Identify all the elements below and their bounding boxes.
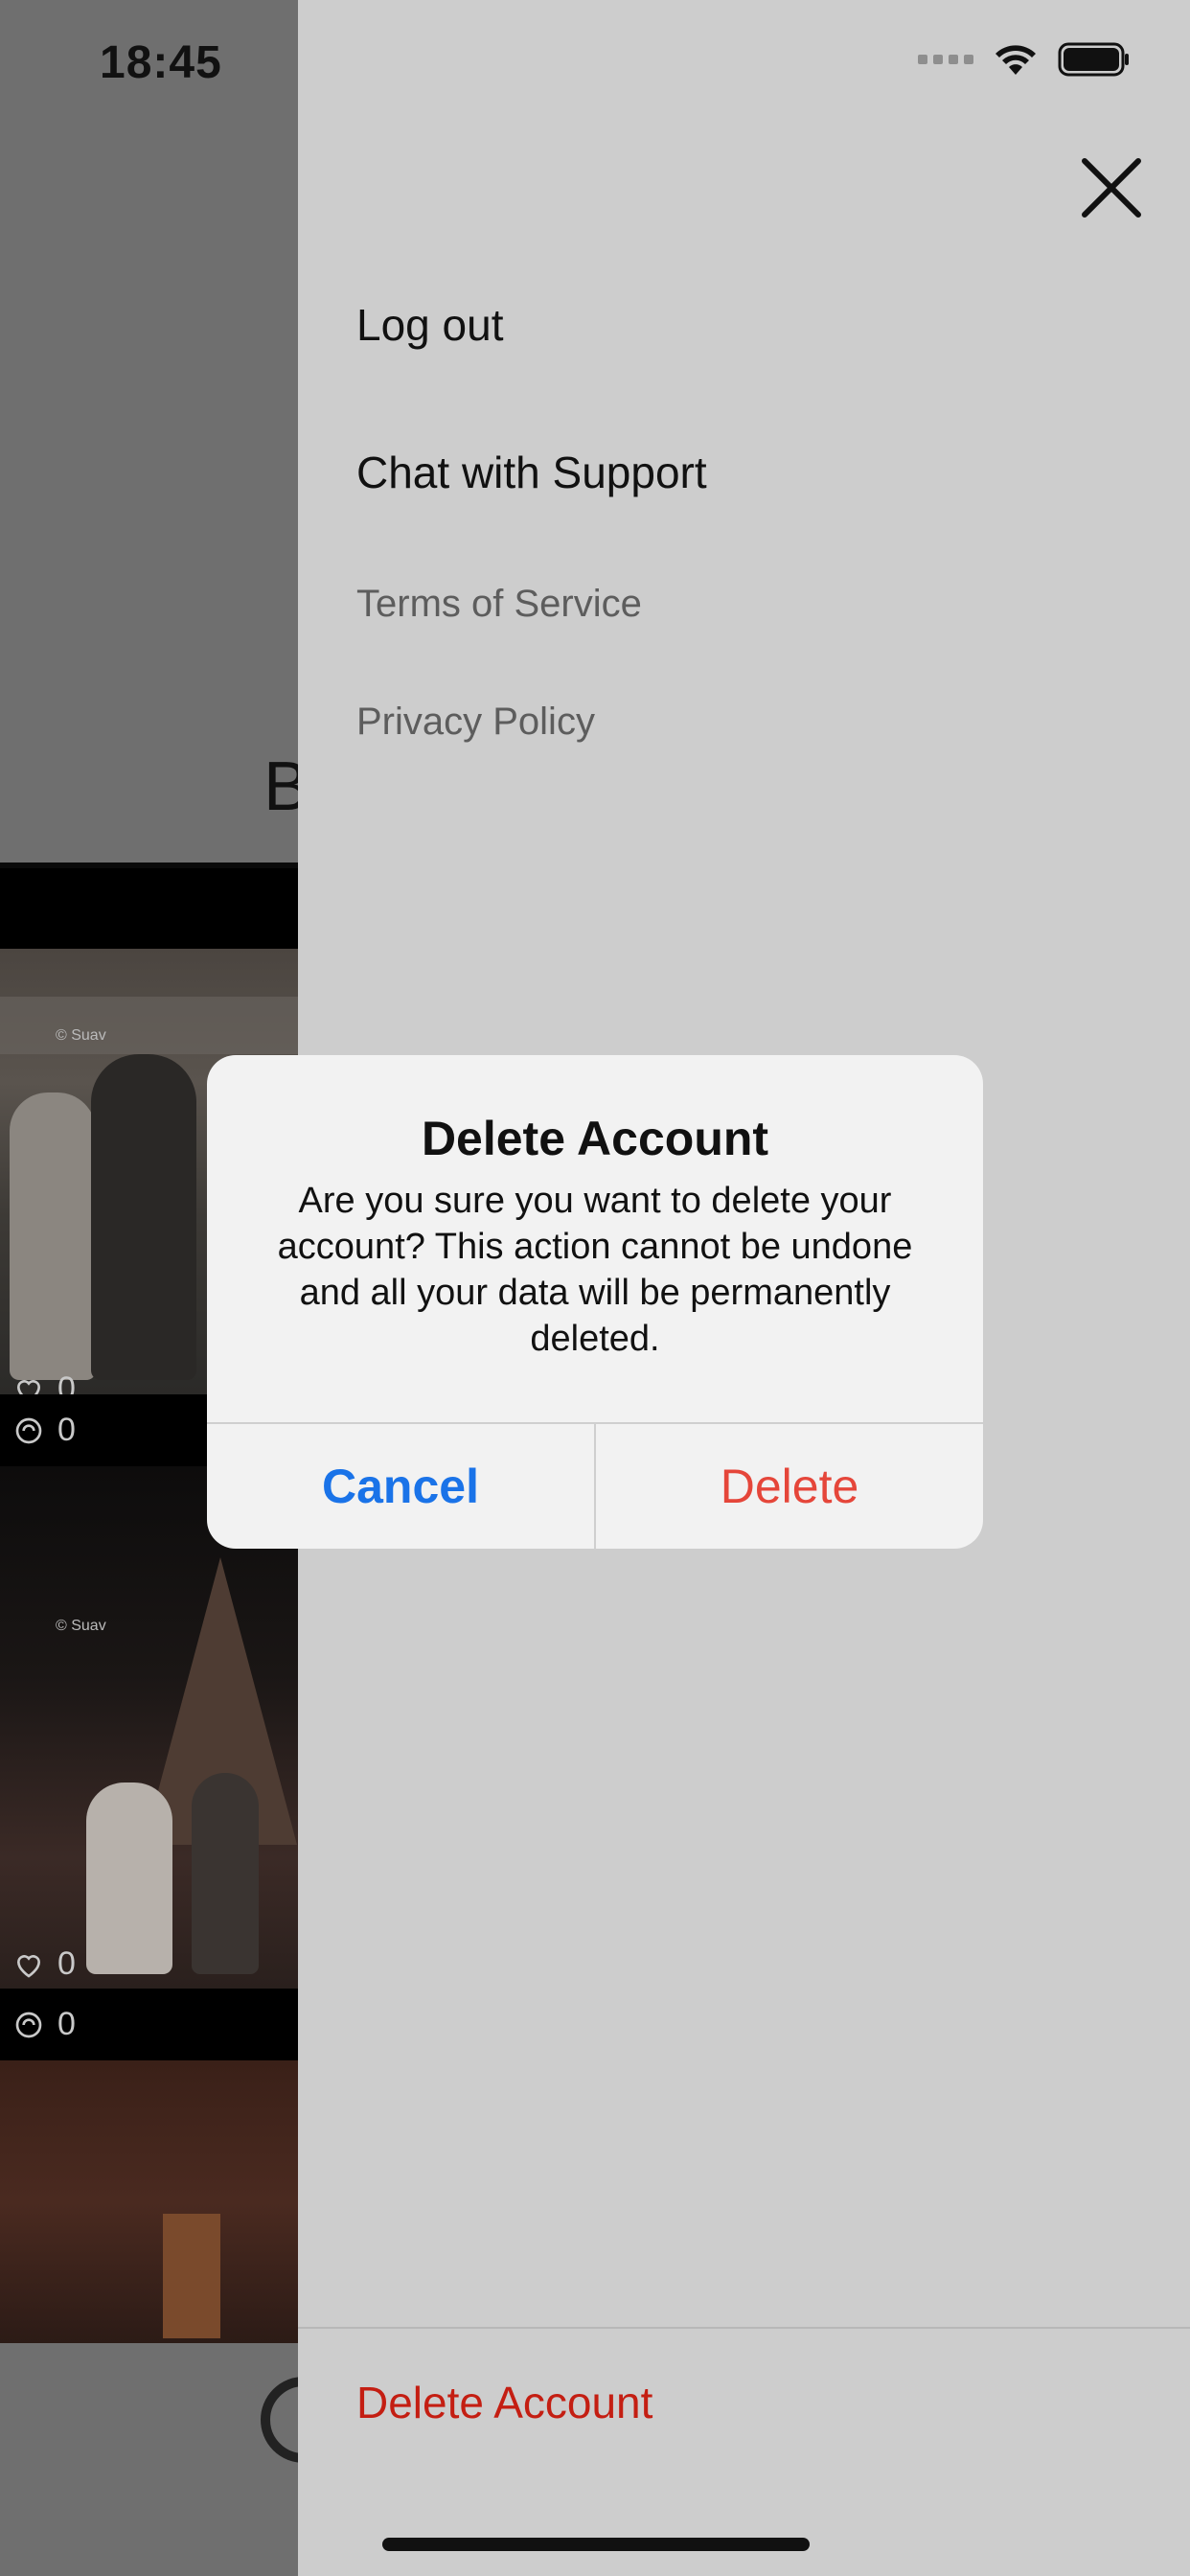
menu-item-logout[interactable]: Log out bbox=[356, 299, 503, 351]
menu-item-chat-support[interactable]: Chat with Support bbox=[356, 447, 707, 498]
repost-icon bbox=[15, 1417, 42, 1443]
battery-icon bbox=[1058, 42, 1131, 77]
close-button[interactable] bbox=[1079, 155, 1144, 220]
post-reposts: 0 bbox=[13, 2006, 76, 2043]
menu-item-privacy-policy[interactable]: Privacy Policy bbox=[356, 701, 595, 744]
reposts-count: 0 bbox=[57, 1412, 76, 1448]
post-likes: 0 bbox=[13, 1370, 76, 1394]
status-time: 18:45 bbox=[100, 37, 222, 88]
post-likes: 0 bbox=[13, 1945, 76, 1983]
alert-cancel-button[interactable]: Cancel bbox=[207, 1424, 594, 1549]
alert-message: Are you sure you want to delete your acc… bbox=[277, 1181, 913, 1359]
status-icons bbox=[918, 42, 1131, 77]
menu-item-terms-of-service[interactable]: Terms of Service bbox=[356, 583, 642, 626]
delete-account-alert: Delete Account Are you sure you want to … bbox=[207, 1055, 983, 1549]
alert-delete-button[interactable]: Delete bbox=[596, 1424, 983, 1549]
person-figure bbox=[10, 1092, 96, 1380]
person-figure bbox=[86, 1782, 172, 1974]
post-meta-bar: 0 bbox=[0, 1989, 299, 2060]
door-shape bbox=[163, 2214, 220, 2338]
cellular-signal-icon bbox=[918, 55, 973, 64]
drawer-divider bbox=[298, 2327, 1190, 2329]
background-tab-bar bbox=[0, 2343, 299, 2576]
heart-icon bbox=[16, 1954, 41, 1978]
post-watermark: © Suav bbox=[56, 1618, 106, 1634]
heart-icon bbox=[16, 1379, 41, 1394]
likes-count: 0 bbox=[57, 1370, 76, 1394]
post-reposts: 0 bbox=[13, 1412, 76, 1449]
background-partial-heading: B bbox=[263, 748, 299, 825]
background-strip bbox=[0, 868, 299, 949]
alert-title: Delete Account bbox=[421, 1112, 769, 1165]
person-figure bbox=[192, 1773, 259, 1974]
background-header bbox=[0, 0, 299, 862]
likes-count: 0 bbox=[57, 1945, 76, 1982]
screen: B © Suav 0 0 © Suav 0 0 18:45 Log out Ch… bbox=[0, 0, 1190, 2576]
repost-icon bbox=[15, 2012, 42, 2037]
feed-post-thumbnail[interactable] bbox=[0, 2060, 299, 2343]
person-figure bbox=[91, 1054, 196, 1380]
close-icon bbox=[1082, 158, 1141, 218]
wifi-icon bbox=[993, 42, 1039, 77]
delete-account-button[interactable]: Delete Account bbox=[356, 2377, 652, 2428]
post-watermark: © Suav bbox=[56, 1027, 106, 1044]
reposts-count: 0 bbox=[57, 2006, 76, 2042]
home-indicator bbox=[382, 2538, 810, 2551]
